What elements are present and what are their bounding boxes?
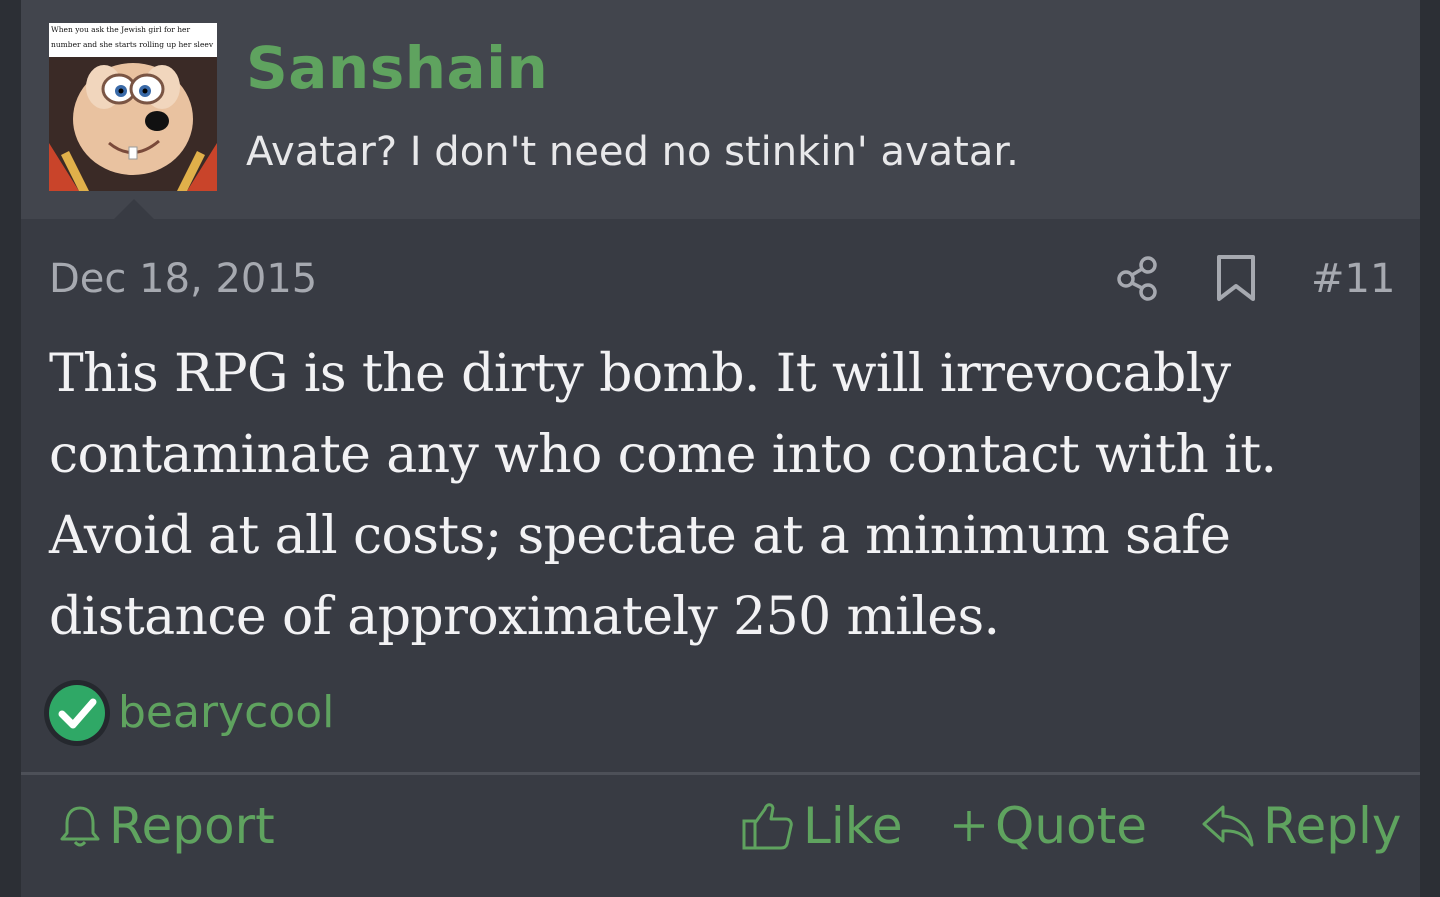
checkmark-icon (58, 698, 97, 729)
bell-icon (60, 806, 100, 847)
like-label: Like (803, 797, 903, 855)
avatar[interactable]: When you ask the Jewish girl for her num… (49, 23, 217, 191)
avatar-caption-line-2: number and she starts rolling up her sle… (51, 40, 214, 49)
quote-button[interactable]: Quote (951, 796, 1147, 856)
like-button[interactable]: Like (741, 796, 903, 856)
post-number[interactable]: #11 (1311, 253, 1395, 305)
report-button[interactable]: Report (59, 796, 275, 856)
header-pointer (114, 199, 154, 219)
quote-label: Quote (995, 797, 1148, 855)
bookmark-icon[interactable] (1215, 254, 1257, 302)
reply-arrow-icon (1202, 805, 1254, 847)
post-body: This RPG is the dirty bomb. It will irre… (49, 344, 1277, 647)
plus-icon (954, 811, 984, 841)
forum-post: When you ask the Jewish girl for her num… (21, 0, 1420, 897)
post-header: When you ask the Jewish girl for her num… (21, 0, 1420, 219)
author-title: Avatar? I don't need no stinkin' avatar. (246, 129, 1019, 175)
reaction-users[interactable]: bearycool (118, 685, 334, 741)
reply-label: Reply (1263, 797, 1402, 855)
reply-button[interactable]: Reply (1201, 796, 1401, 856)
report-label: Report (109, 797, 275, 855)
thumbs-up-icon (742, 803, 793, 850)
avatar-caption-line-1: When you ask the Jewish girl for her (51, 25, 190, 34)
author-username[interactable]: Sanshain (246, 28, 548, 108)
share-icon[interactable] (1115, 255, 1161, 301)
footer-divider (21, 772, 1420, 775)
reaction-badge[interactable] (44, 680, 110, 746)
post-date[interactable]: Dec 18, 2015 (49, 253, 317, 305)
